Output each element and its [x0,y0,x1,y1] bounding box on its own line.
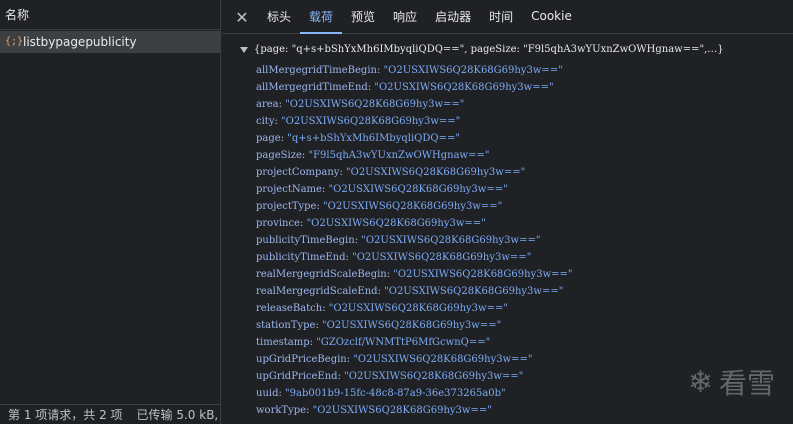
payload-value: "F9l5qhA3wYUxnZwOWHgnaw==" [308,150,490,161]
close-icon[interactable]: ✕ [230,1,254,33]
payload-item[interactable]: workType: "O2USXIWS6Q28K68G69hy3w==" [256,405,492,417]
payload-key: projectCompany [256,167,340,178]
payload-value: "q+s+bShYxMh6IMbyqliQDQ==" [287,133,460,144]
payload-item[interactable]: releaseBatch: "O2USXIWS6Q28K68G69hy3w==" [256,303,508,315]
request-count-status: 第 1 项请求，共 2 项 [8,408,123,422]
tab-timing[interactable]: 时间 [480,0,522,33]
payload-item[interactable]: area: "O2USXIWS6Q28K68G69hy3w==" [256,99,464,111]
payload-key: projectType [256,201,317,212]
payload-value: "O2USXIWS6Q28K68G69hy3w==" [352,252,532,263]
payload-value: "O2USXIWS6Q28K68G69hy3w==" [383,65,563,76]
payload-value: "O2USXIWS6Q28K68G69hy3w==" [361,235,541,246]
payload-item[interactable]: stationType: "O2USXIWS6Q28K68G69hy3w==" [256,320,501,332]
payload-key: realMergegridScaleEnd [256,286,378,297]
tab-payload[interactable]: 载荷 [300,0,343,34]
transferred-status: 已传输 5.0 kB, [136,408,219,422]
tab-initiator[interactable]: 启动器 [426,0,480,33]
payload-item[interactable]: uuid: "9ab001b9-15fc-48c8-87a9-36e373265… [256,388,506,400]
tab-preview[interactable]: 预览 [342,0,384,33]
tab-response[interactable]: 响应 [384,0,426,33]
payload-key: upGridPriceBegin [256,354,347,365]
payload-item[interactable]: projectType: "O2USXIWS6Q28K68G69hy3w==" [256,201,502,213]
payload-key: publicityTimeEnd [256,252,346,263]
request-details-panel: ✕ 标头 载荷 预览 响应 启动器 时间 Cookie {page: "q+s+… [222,0,793,424]
payload-value: "GZOzclf/WNMTtP6MfGcwnQ==" [316,337,491,348]
payload-key: projectName [256,184,322,195]
details-tabbar: ✕ 标头 载荷 预览 响应 启动器 时间 Cookie [222,0,793,34]
payload-item[interactable]: page: "q+s+bShYxMh6IMbyqliQDQ==" [256,133,460,145]
payload-key: upGridPriceEnd [256,371,338,382]
payload-value: "O2USXIWS6Q28K68G69hy3w==" [312,405,492,416]
payload-key: page [256,133,281,144]
payload-value: "O2USXIWS6Q28K68G69hy3w==" [374,82,554,93]
payload-value: "O2USXIWS6Q28K68G69hy3w==" [285,99,465,110]
payload-value: "9ab001b9-15fc-48c8-87a9-36e373265a0b" [285,388,506,399]
payload-item[interactable]: upGridPriceEnd: "O2USXIWS6Q28K68G69hy3w=… [256,371,523,383]
watermark-text: 看雪 [718,367,775,400]
expand-triangle-icon[interactable] [240,46,248,53]
payload-item[interactable]: allMergegridTimeBegin: "O2USXIWS6Q28K68G… [256,65,563,77]
payload-item[interactable]: publicityTimeEnd: "O2USXIWS6Q28K68G69hy3… [256,252,531,264]
kanxue-watermark: ❄ 看雪 [688,362,775,402]
payload-value: "O2USXIWS6Q28K68G69hy3w==" [353,354,533,365]
payload-value: "O2USXIWS6Q28K68G69hy3w==" [346,167,526,178]
payload-item[interactable]: timestamp: "GZOzclf/WNMTtP6MfGcwnQ==" [256,337,490,349]
devtools-network-panel: 名称 {;} listbypagepublicity 第 1 项请求，共 2 项… [0,0,793,424]
request-row-listbypagepublicity[interactable]: {;} listbypagepublicity [0,31,220,53]
payload-item[interactable]: projectName: "O2USXIWS6Q28K68G69hy3w==" [256,184,508,196]
payload-value: "O2USXIWS6Q28K68G69hy3w==" [328,184,508,195]
payload-key: province [256,218,301,229]
payload-key: publicityTimeBegin [256,235,355,246]
payload-key: releaseBatch [256,303,323,314]
payload-value: "O2USXIWS6Q28K68G69hy3w==" [384,286,564,297]
payload-item[interactable]: publicityTimeBegin: "O2USXIWS6Q28K68G69h… [256,235,540,247]
payload-key: stationType [256,320,316,331]
tab-cookies[interactable]: Cookie [522,0,581,33]
payload-item[interactable]: projectCompany: "O2USXIWS6Q28K68G69hy3w=… [256,167,525,179]
payload-item[interactable]: allMergegridTimeEnd: "O2USXIWS6Q28K68G69… [256,82,554,94]
payload-summary-text: {page: "q+s+bShYxMh6IMbyqliQDQ==", pageS… [254,44,724,55]
payload-value: "O2USXIWS6Q28K68G69hy3w==" [323,201,503,212]
payload-value: "O2USXIWS6Q28K68G69hy3w==" [306,218,486,229]
request-list-panel: 名称 {;} listbypagepublicity 第 1 项请求，共 2 项… [0,0,221,424]
status-bar: 第 1 项请求，共 2 项 已传输 5.0 kB, [0,404,220,424]
payload-item[interactable]: province: "O2USXIWS6Q28K68G69hy3w==" [256,218,486,230]
payload-item[interactable]: city: "O2USXIWS6Q28K68G69hy3w==" [256,116,460,128]
payload-value: "O2USXIWS6Q28K68G69hy3w==" [393,269,573,280]
name-column-header[interactable]: 名称 [0,0,220,30]
payload-value: "O2USXIWS6Q28K68G69hy3w==" [328,303,508,314]
payload-key: timestamp [256,337,310,348]
payload-key: allMergegridTimeEnd [256,82,368,93]
snowflake-icon: ❄ [687,364,713,400]
payload-summary-row[interactable]: {page: "q+s+bShYxMh6IMbyqliQDQ==", pageS… [240,44,724,55]
payload-value: "O2USXIWS6Q28K68G69hy3w==" [281,116,461,127]
fetch-request-icon: {;} [5,36,24,47]
payload-key: city [256,116,275,127]
payload-value: "O2USXIWS6Q28K68G69hy3w==" [344,371,524,382]
payload-key: pageSize [256,150,302,161]
payload-key: workType [256,405,307,416]
payload-value: "O2USXIWS6Q28K68G69hy3w==" [322,320,502,331]
payload-item[interactable]: upGridPriceBegin: "O2USXIWS6Q28K68G69hy3… [256,354,533,366]
payload-item[interactable]: realMergegridScaleEnd: "O2USXIWS6Q28K68G… [256,286,563,298]
payload-key: uuid [256,388,279,399]
payload-item[interactable]: realMergegridScaleBegin: "O2USXIWS6Q28K6… [256,269,573,281]
payload-item[interactable]: pageSize: "F9l5qhA3wYUxnZwOWHgnaw==" [256,150,489,162]
request-name: listbypagepublicity [23,35,137,49]
payload-key: area [256,99,279,110]
tab-headers[interactable]: 标头 [258,0,300,33]
payload-key: allMergegridTimeBegin [256,65,377,76]
payload-key: realMergegridScaleBegin [256,269,387,280]
